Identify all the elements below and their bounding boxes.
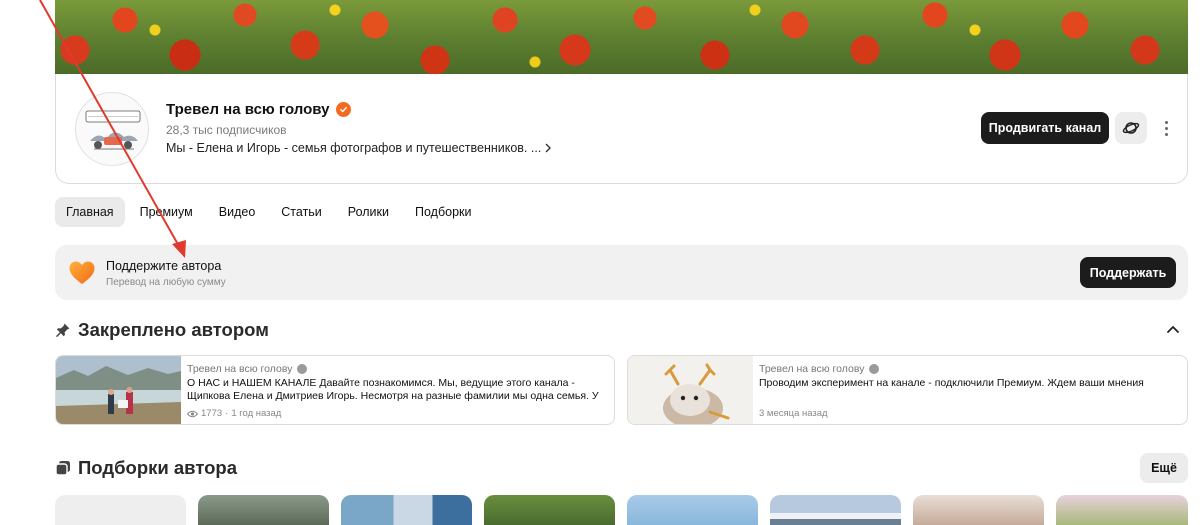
tab-main[interactable]: Главная — [55, 197, 125, 227]
eye-icon — [187, 410, 198, 417]
collection-card[interactable] — [484, 495, 615, 525]
collection-card[interactable] — [55, 495, 186, 525]
verified-icon — [869, 364, 880, 374]
pinned-card[interactable]: Тревел на всю голову Проводим эксперимен… — [627, 355, 1188, 425]
meta-separator: · — [225, 408, 229, 419]
collection-card[interactable] — [770, 495, 901, 525]
collection-card[interactable] — [1056, 495, 1188, 525]
stack-icon — [55, 461, 70, 476]
collections-section-header: Подборки автора — [55, 457, 237, 479]
pin-icon — [56, 323, 70, 338]
verified-icon — [336, 102, 352, 117]
tab-shorts[interactable]: Ролики — [337, 197, 400, 227]
collection-card[interactable] — [198, 495, 329, 525]
pinned-card-thumbnail — [628, 356, 753, 424]
pinned-card-views: 1773 — [201, 408, 223, 419]
more-options-button[interactable] — [1156, 114, 1176, 142]
pinned-card-time: 3 месяца назад — [759, 408, 828, 419]
tab-articles[interactable]: Статьи — [270, 197, 333, 227]
planet-icon — [1122, 122, 1140, 134]
pinned-card-author: Тревел на всю голову — [187, 363, 308, 375]
support-button[interactable]: Поддержать — [1080, 257, 1176, 288]
verified-icon — [297, 364, 308, 374]
collection-card[interactable] — [913, 495, 1044, 525]
chevron-right-icon — [545, 143, 552, 153]
promote-channel-button[interactable]: Продвигать канал — [981, 112, 1109, 144]
tab-video[interactable]: Видео — [208, 197, 267, 227]
heart-icon — [69, 261, 95, 284]
planet-button[interactable] — [1115, 112, 1147, 144]
support-author-banner: Поддержите автора Перевод на любую сумму… — [55, 245, 1188, 300]
pinned-card-thumbnail — [56, 356, 181, 424]
support-title: Поддержите автора — [106, 259, 222, 273]
tab-premium[interactable]: Премиум — [129, 197, 204, 227]
pinned-card-text: О НАС и НАШЕМ КАНАЛЕ Давайте познакомимс… — [187, 377, 599, 402]
pinned-card-author: Тревел на всю голову — [759, 363, 880, 375]
channel-description[interactable]: Мы - Елена и Игорь - семья фотографов и … — [166, 141, 552, 155]
pinned-card[interactable]: Тревел на всю голову О НАС и НАШЕМ КАНАЛ… — [55, 355, 615, 425]
kebab-dot — [1164, 132, 1168, 136]
channel-description-text: Мы - Елена и Игорь - семья фотографов и … — [166, 141, 542, 155]
pinned-card-meta: 1773 · 1 год назад — [187, 408, 281, 419]
collection-card[interactable] — [627, 495, 758, 525]
pinned-section-title: Закреплено автором — [78, 319, 269, 340]
pinned-card-author-name: Тревел на всю голову — [187, 363, 293, 375]
channel-avatar[interactable] — [75, 92, 149, 166]
channel-name[interactable]: Тревел на всю голову — [166, 101, 329, 118]
collections-section-title: Подборки автора — [78, 457, 238, 478]
tab-collections[interactable]: Подборки — [404, 197, 482, 227]
show-more-button[interactable]: Ещё — [1140, 453, 1188, 483]
pinned-section-header: Закреплено автором — [55, 319, 269, 341]
support-subtitle: Перевод на любую сумму — [106, 277, 226, 288]
kebab-dot — [1164, 120, 1168, 124]
pinned-card-author-name: Тревел на всю голову — [759, 363, 865, 375]
avatar-drawing — [76, 93, 148, 165]
pinned-card-meta: 3 месяца назад — [759, 408, 828, 419]
chevron-up-icon[interactable] — [1166, 322, 1180, 336]
pinned-card-text: Проводим эксперимент на канале - подключ… — [759, 377, 1144, 389]
channel-banner — [55, 0, 1188, 74]
subscriber-count: 28,3 тыс подписчиков — [166, 123, 287, 137]
pinned-card-time: 1 год назад — [231, 408, 282, 419]
channel-header-card: Тревел на всю голову 28,3 тыс подписчико… — [55, 74, 1188, 184]
channel-tabs: Главная Премиум Видео Статьи Ролики Подб… — [55, 197, 486, 227]
channel-page: Тревел на всю голову 28,3 тыс подписчико… — [0, 0, 1200, 525]
collection-card[interactable] — [341, 495, 472, 525]
kebab-dot — [1164, 126, 1168, 130]
